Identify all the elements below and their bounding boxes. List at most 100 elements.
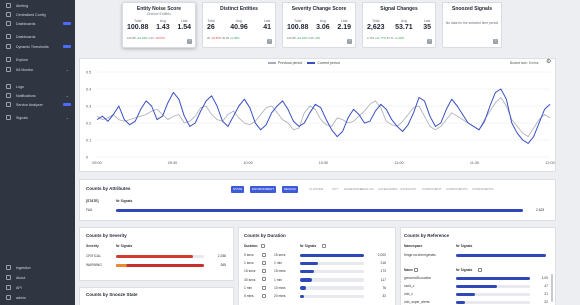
duration-row-icon[interactable] <box>262 252 266 257</box>
duration-row-bar[interactable] <box>300 269 315 274</box>
sidebar-item-dashboards[interactable]: Dashboards <box>0 32 75 41</box>
chevron-down-icon[interactable]: ⌄ <box>66 115 69 120</box>
sidebar-item-centralized-config[interactable]: Centralized Config <box>0 10 75 19</box>
kpi-stat-value: 1.54 <box>177 24 191 31</box>
sidebar-item-alerting[interactable]: Alerting <box>0 1 75 10</box>
sidebar-item-signals[interactable]: Signals ⌄ <box>0 113 75 122</box>
duration-row-bar[interactable] <box>300 294 304 298</box>
duration-row-bar[interactable] <box>300 278 312 282</box>
series-line-previous <box>96 97 551 137</box>
sidebar-item-dynamic-thresholds[interactable]: Dynamic Thresholds <box>0 42 75 51</box>
duration-col-signals: Nr Signals <box>300 244 317 248</box>
duration-row-value: 33 <box>382 294 386 298</box>
timeseries-chart: 0 0.1 0.2 0.3 0.4 0.5 09:00 09:30 10:00 10:30 11:0… <box>86 70 555 165</box>
reference-namespace-label: fringe.na.xformgenais <box>404 253 436 257</box>
kpi-card-snoozed-signals[interactable]: Snoozed Signals No data for the selected… <box>442 2 502 48</box>
legend-item-current[interactable]: Current period <box>307 61 340 65</box>
sidebar-item-explore[interactable]: Explore <box>0 55 75 64</box>
kpi-stat-last: Last 35 <box>423 19 431 31</box>
attribute-tag[interactable]: REGION <box>282 186 298 193</box>
attribute-tag[interactable]: COMPONENTS <box>470 186 496 193</box>
kpi-stat-label: Avg <box>236 19 242 23</box>
reference-row-bar[interactable] <box>456 300 465 304</box>
kpi-card-entity-noise-score[interactable]: Entity Noise Score Distinct Entities Total… <box>122 2 196 48</box>
help-icon[interactable]: ? <box>347 39 352 44</box>
reference-row-bar[interactable] <box>456 276 530 280</box>
x-tick-label: 10:30 <box>319 161 329 165</box>
duration-row-icon[interactable] <box>262 293 266 298</box>
kpi-stat-avg: Avg 40.96 <box>230 19 248 31</box>
duration-sort-icon[interactable] <box>261 243 265 248</box>
sidebar-item-notifications[interactable]: Notifications ⌄ <box>0 91 75 100</box>
legend-swatch-previous <box>268 62 276 64</box>
sidebar-item-k8-monitor[interactable]: K8 Monitor ⌄ <box>0 65 75 74</box>
duration-row-value: 173 <box>380 269 386 274</box>
duration-col-group: Duration <box>244 244 258 248</box>
explore-icon <box>6 57 11 62</box>
attribute-tag[interactable]: CLUSTER <box>307 186 325 193</box>
name-sort-icon[interactable] <box>414 267 418 272</box>
attribute-row-bar[interactable] <box>116 208 523 212</box>
kpi-stat-total: Total 100.88 <box>127 19 148 31</box>
y-tick-label: 0.5 <box>86 70 91 74</box>
duration-row-icon[interactable] <box>262 269 266 274</box>
kpi-stat-label: Last <box>423 19 431 23</box>
duration-row-bar[interactable] <box>300 286 307 290</box>
kpi-stats: Total 2,623 Avg 53.71 Last 35 <box>367 19 431 31</box>
kpi-stat-value: 53.71 <box>395 24 413 31</box>
y-tick-label: 0.1 <box>86 138 91 142</box>
severity-row-bar[interactable] <box>116 263 128 267</box>
duration-row-icon[interactable] <box>262 260 266 265</box>
severity-row-bar[interactable] <box>116 254 193 258</box>
sidebar-item-ingestion[interactable]: Ingestion <box>0 263 75 272</box>
duration-row-value: 2,000 <box>377 253 386 257</box>
attribute-tag[interactable]: ENVIRONMENT <box>250 186 277 193</box>
attribute-tag[interactable]: CATALOG <box>358 186 376 193</box>
kpi-avg-delta: +0% <box>314 36 321 40</box>
help-icon[interactable]: ? <box>427 39 432 44</box>
attribute-tag[interactable]: STATE <box>231 186 245 193</box>
kpi-stat-last: Last 1.54 <box>177 19 191 31</box>
legend-item-previous[interactable]: Previous period <box>268 61 302 65</box>
duration-row-bar[interactable] <box>300 261 318 266</box>
chevron-down-icon[interactable]: ⌄ <box>66 93 69 98</box>
reference-namespace-bar[interactable] <box>456 253 546 257</box>
sidebar-item-dashboards[interactable]: Dashboards <box>0 19 75 28</box>
duration-row-icon[interactable] <box>262 285 266 290</box>
duration-signals-sort-icon[interactable] <box>322 243 326 248</box>
sidebar-item-about[interactable]: About <box>0 273 75 282</box>
bucket-size-label: Bucket size: 5 mins <box>510 61 539 65</box>
sidebar-item-label: About <box>16 275 26 280</box>
reference-title: Counts by Reference <box>404 233 450 238</box>
attribute-tag[interactable]: CITY <box>330 186 341 193</box>
attribute-tag[interactable]: COMPONENT <box>420 186 444 193</box>
kpi-card-severity-change-score[interactable]: Severity Change Score Total 100.88 Avg 3.06 L… <box>282 2 356 48</box>
attributes-col-group: [STATE] <box>86 199 99 203</box>
reference-scrollbar[interactable] <box>551 274 553 302</box>
kpi-stat-label: Total <box>372 19 380 23</box>
sidebar-item-admin[interactable]: admin <box>0 293 75 302</box>
chevron-down-icon[interactable]: ⌄ <box>66 67 69 72</box>
kpi-card-distinct-entities[interactable]: Distinct Entities Total 26 Avg 40.96 Last 41 26… <box>202 2 276 48</box>
gear-icon[interactable]: ⚙ <box>546 59 553 66</box>
name-signals-sort-icon[interactable] <box>478 267 482 272</box>
kpi-card-signal-changes[interactable]: Signal Changes Total 2,623 Avg 53.71 Last 35 2,… <box>362 2 436 48</box>
reference-row-bar[interactable] <box>456 292 475 296</box>
attribute-tag[interactable]: CATEGORY <box>398 186 419 193</box>
reference-row-bar[interactable] <box>456 284 497 288</box>
y-tick-label: 0 <box>86 155 88 159</box>
help-icon[interactable]: ? <box>267 39 272 44</box>
help-icon[interactable]: ? <box>493 39 498 44</box>
attribute-tag[interactable]: CATEGORIES <box>376 186 399 193</box>
sidebar-item-service-analyzer[interactable]: Service Analyzer <box>0 100 75 109</box>
severity-row-track <box>116 263 204 267</box>
info-icon <box>6 275 11 280</box>
sidebar-item-logs[interactable]: Logs <box>0 82 75 91</box>
duration-row-bar[interactable] <box>300 253 364 257</box>
kpi-title: Distinct Entities <box>220 6 258 12</box>
sidebar-item-api[interactable]: API <box>0 283 75 292</box>
sidebar-item-label: Centralized Config <box>16 12 46 17</box>
attribute-tag[interactable]: COMPONENTS <box>444 186 470 193</box>
help-icon[interactable]: ? <box>187 39 192 44</box>
duration-row-icon[interactable] <box>262 277 266 282</box>
